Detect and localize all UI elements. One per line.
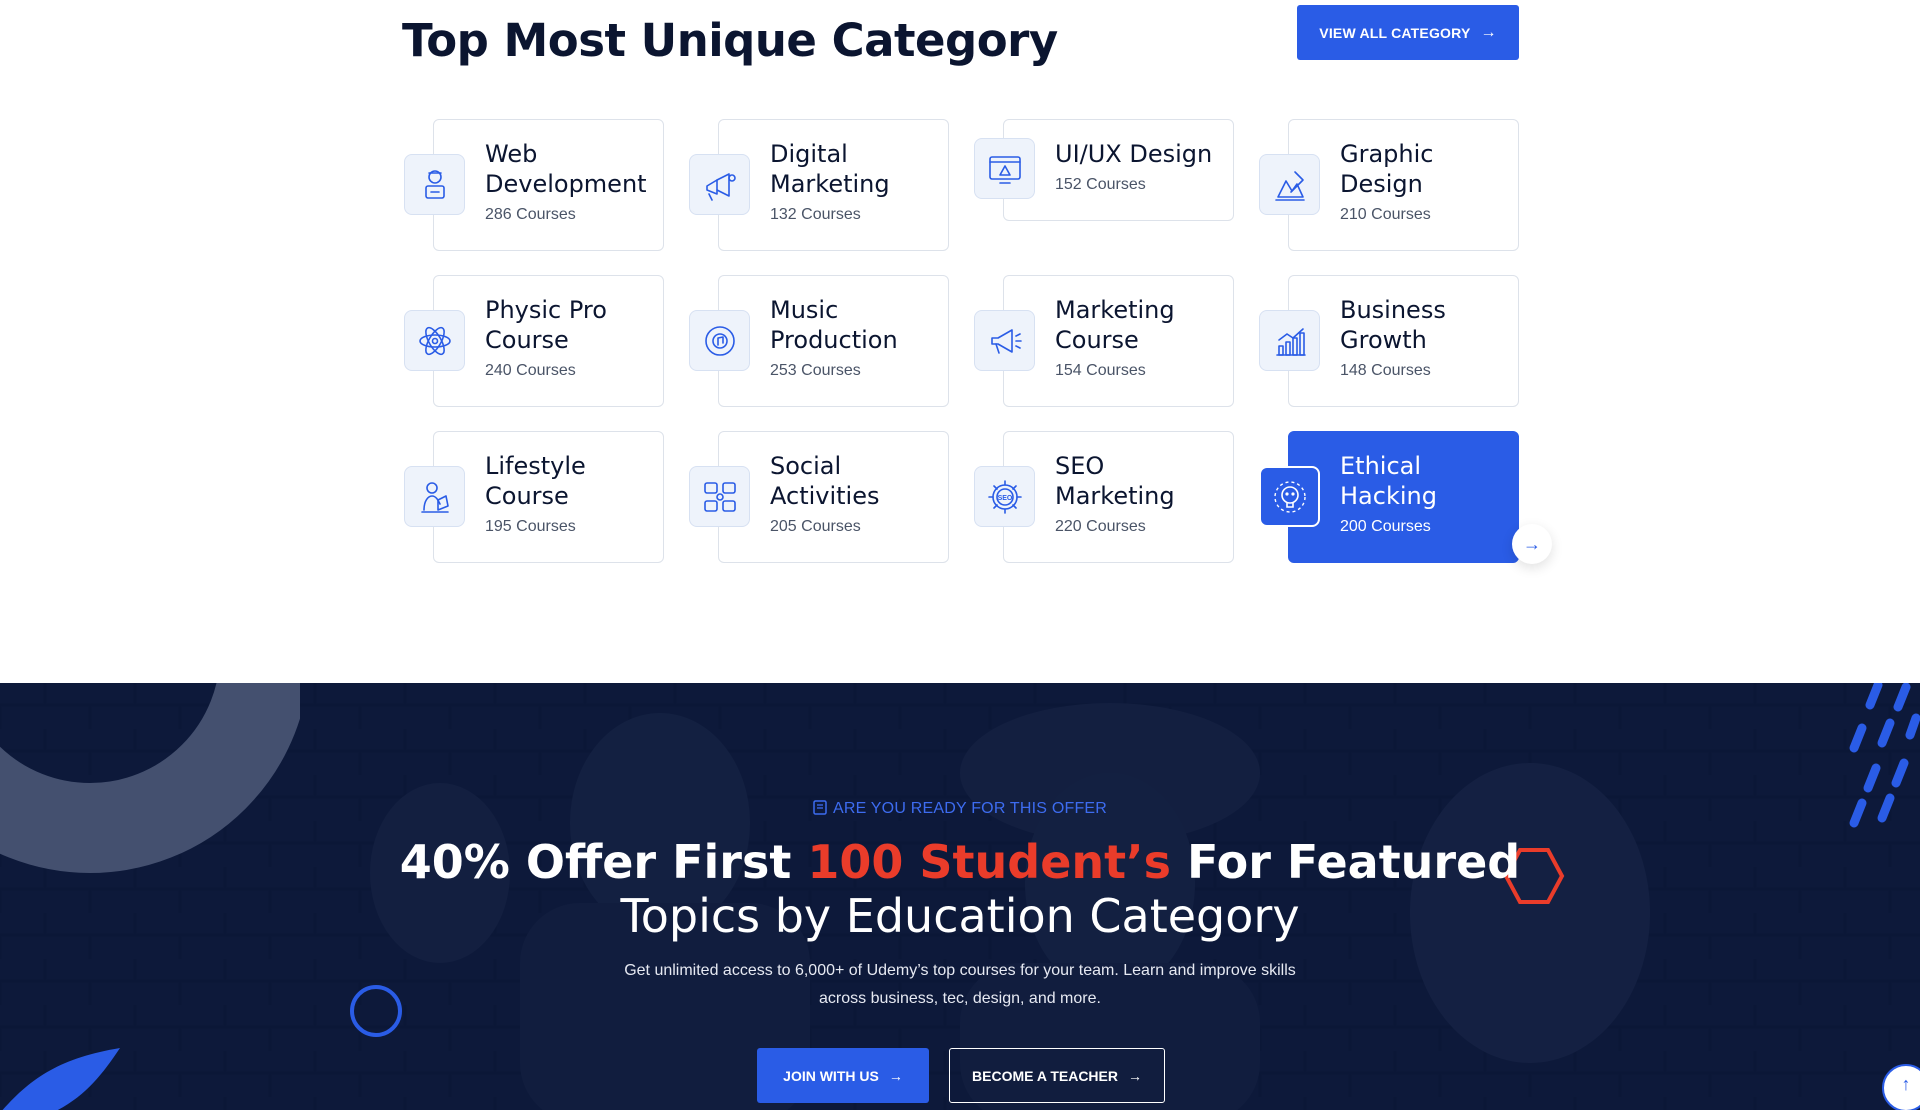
offer-title-line2: Topics by Education Category: [620, 889, 1300, 943]
web-developer-icon: [404, 154, 465, 215]
hacker-skull-icon: [1259, 466, 1320, 527]
category-course-count: 132 Courses: [770, 206, 861, 223]
offer-section: ARE YOU READY FOR THIS OFFER 40% Offer F…: [0, 683, 1920, 1110]
arrow-right-icon: →: [888, 1067, 903, 1084]
category-name: Lifestyle Course: [485, 452, 586, 510]
category-name: Web Development: [485, 140, 647, 198]
offer-kicker: ARE YOU READY FOR THIS OFFER: [0, 800, 1920, 820]
offer-kicker-text: ARE YOU READY FOR THIS OFFER: [832, 800, 1108, 817]
view-all-category-button[interactable]: VIEW ALL CATEGORY →: [1297, 5, 1519, 60]
category-course-count: 210 Courses: [1340, 206, 1431, 223]
category-name: UI/UX Design: [1055, 140, 1213, 168]
category-name: Marketing Course: [1055, 296, 1175, 354]
offer-title-part2: For Featured: [1171, 835, 1521, 889]
category-course-count: 240 Courses: [485, 362, 576, 379]
uiux-design-icon: [974, 138, 1035, 199]
digital-marketing-icon: [689, 154, 750, 215]
atom-icon: [404, 310, 465, 371]
category-course-count: 152 Courses: [1055, 176, 1146, 193]
become-teacher-button[interactable]: BECOME A TEACHER →: [949, 1048, 1165, 1103]
social-network-icon: [689, 466, 750, 527]
circle-decoration: [350, 985, 402, 1037]
offer-title-part1: 40% Offer First: [399, 835, 808, 889]
category-name: Digital Marketing: [770, 140, 890, 198]
music-disc-icon: [689, 310, 750, 371]
arrow-right-icon: →: [1127, 1067, 1142, 1084]
category-name: Ethical Hacking: [1340, 452, 1437, 510]
category-course-count: 195 Courses: [485, 518, 576, 535]
seo-gear-icon: SEO: [974, 466, 1035, 527]
category-name: Graphic Design: [1340, 140, 1434, 198]
join-with-us-button[interactable]: JOIN WITH US →: [757, 1048, 929, 1103]
category-name: Music Production: [770, 296, 898, 354]
arrow-up-icon: ↑: [1901, 1074, 1911, 1094]
teacher-label: BECOME A TEACHER: [972, 1067, 1118, 1084]
scroll-to-top-button[interactable]: ↑: [1882, 1064, 1920, 1110]
category-section: Top Most Unique Category VIEW ALL CATEGO…: [0, 0, 1920, 683]
svg-text:SEO: SEO: [997, 495, 1012, 502]
view-all-label: VIEW ALL CATEGORY: [1319, 24, 1471, 41]
category-course-count: 220 Courses: [1055, 518, 1146, 535]
category-name: SEO Marketing: [1055, 452, 1175, 510]
arrow-right-icon: →: [1480, 23, 1497, 41]
lifestyle-icon: [404, 466, 465, 527]
offer-title-highlight: 100 Student’s: [807, 835, 1172, 889]
category-name: Physic Pro Course: [485, 296, 607, 354]
category-course-count: 200 Courses: [1340, 518, 1431, 535]
growth-chart-icon: [1259, 310, 1320, 371]
offer-title: 40% Offer First 100 Student’s For Featur…: [0, 835, 1920, 943]
category-course-count: 148 Courses: [1340, 362, 1431, 379]
section-title: Top Most Unique Category: [402, 14, 1058, 67]
leaf-decoration: [2, 1048, 120, 1110]
category-course-count: 286 Courses: [485, 206, 576, 223]
category-course-count: 205 Courses: [770, 518, 861, 535]
join-label: JOIN WITH US: [783, 1067, 879, 1084]
category-course-count: 253 Courses: [770, 362, 861, 379]
graphic-design-icon: [1259, 154, 1320, 215]
category-name: Business Growth: [1340, 296, 1446, 354]
category-arrow-button[interactable]: →: [1512, 524, 1552, 564]
category-course-count: 154 Courses: [1055, 362, 1146, 379]
megaphone-icon: [974, 310, 1035, 371]
offer-description: Get unlimited access to 6,000+ of Udemy’…: [624, 962, 1296, 1007]
book-icon: [813, 800, 827, 820]
category-card-box: [1003, 119, 1234, 221]
category-name: Social Activities: [770, 452, 880, 510]
